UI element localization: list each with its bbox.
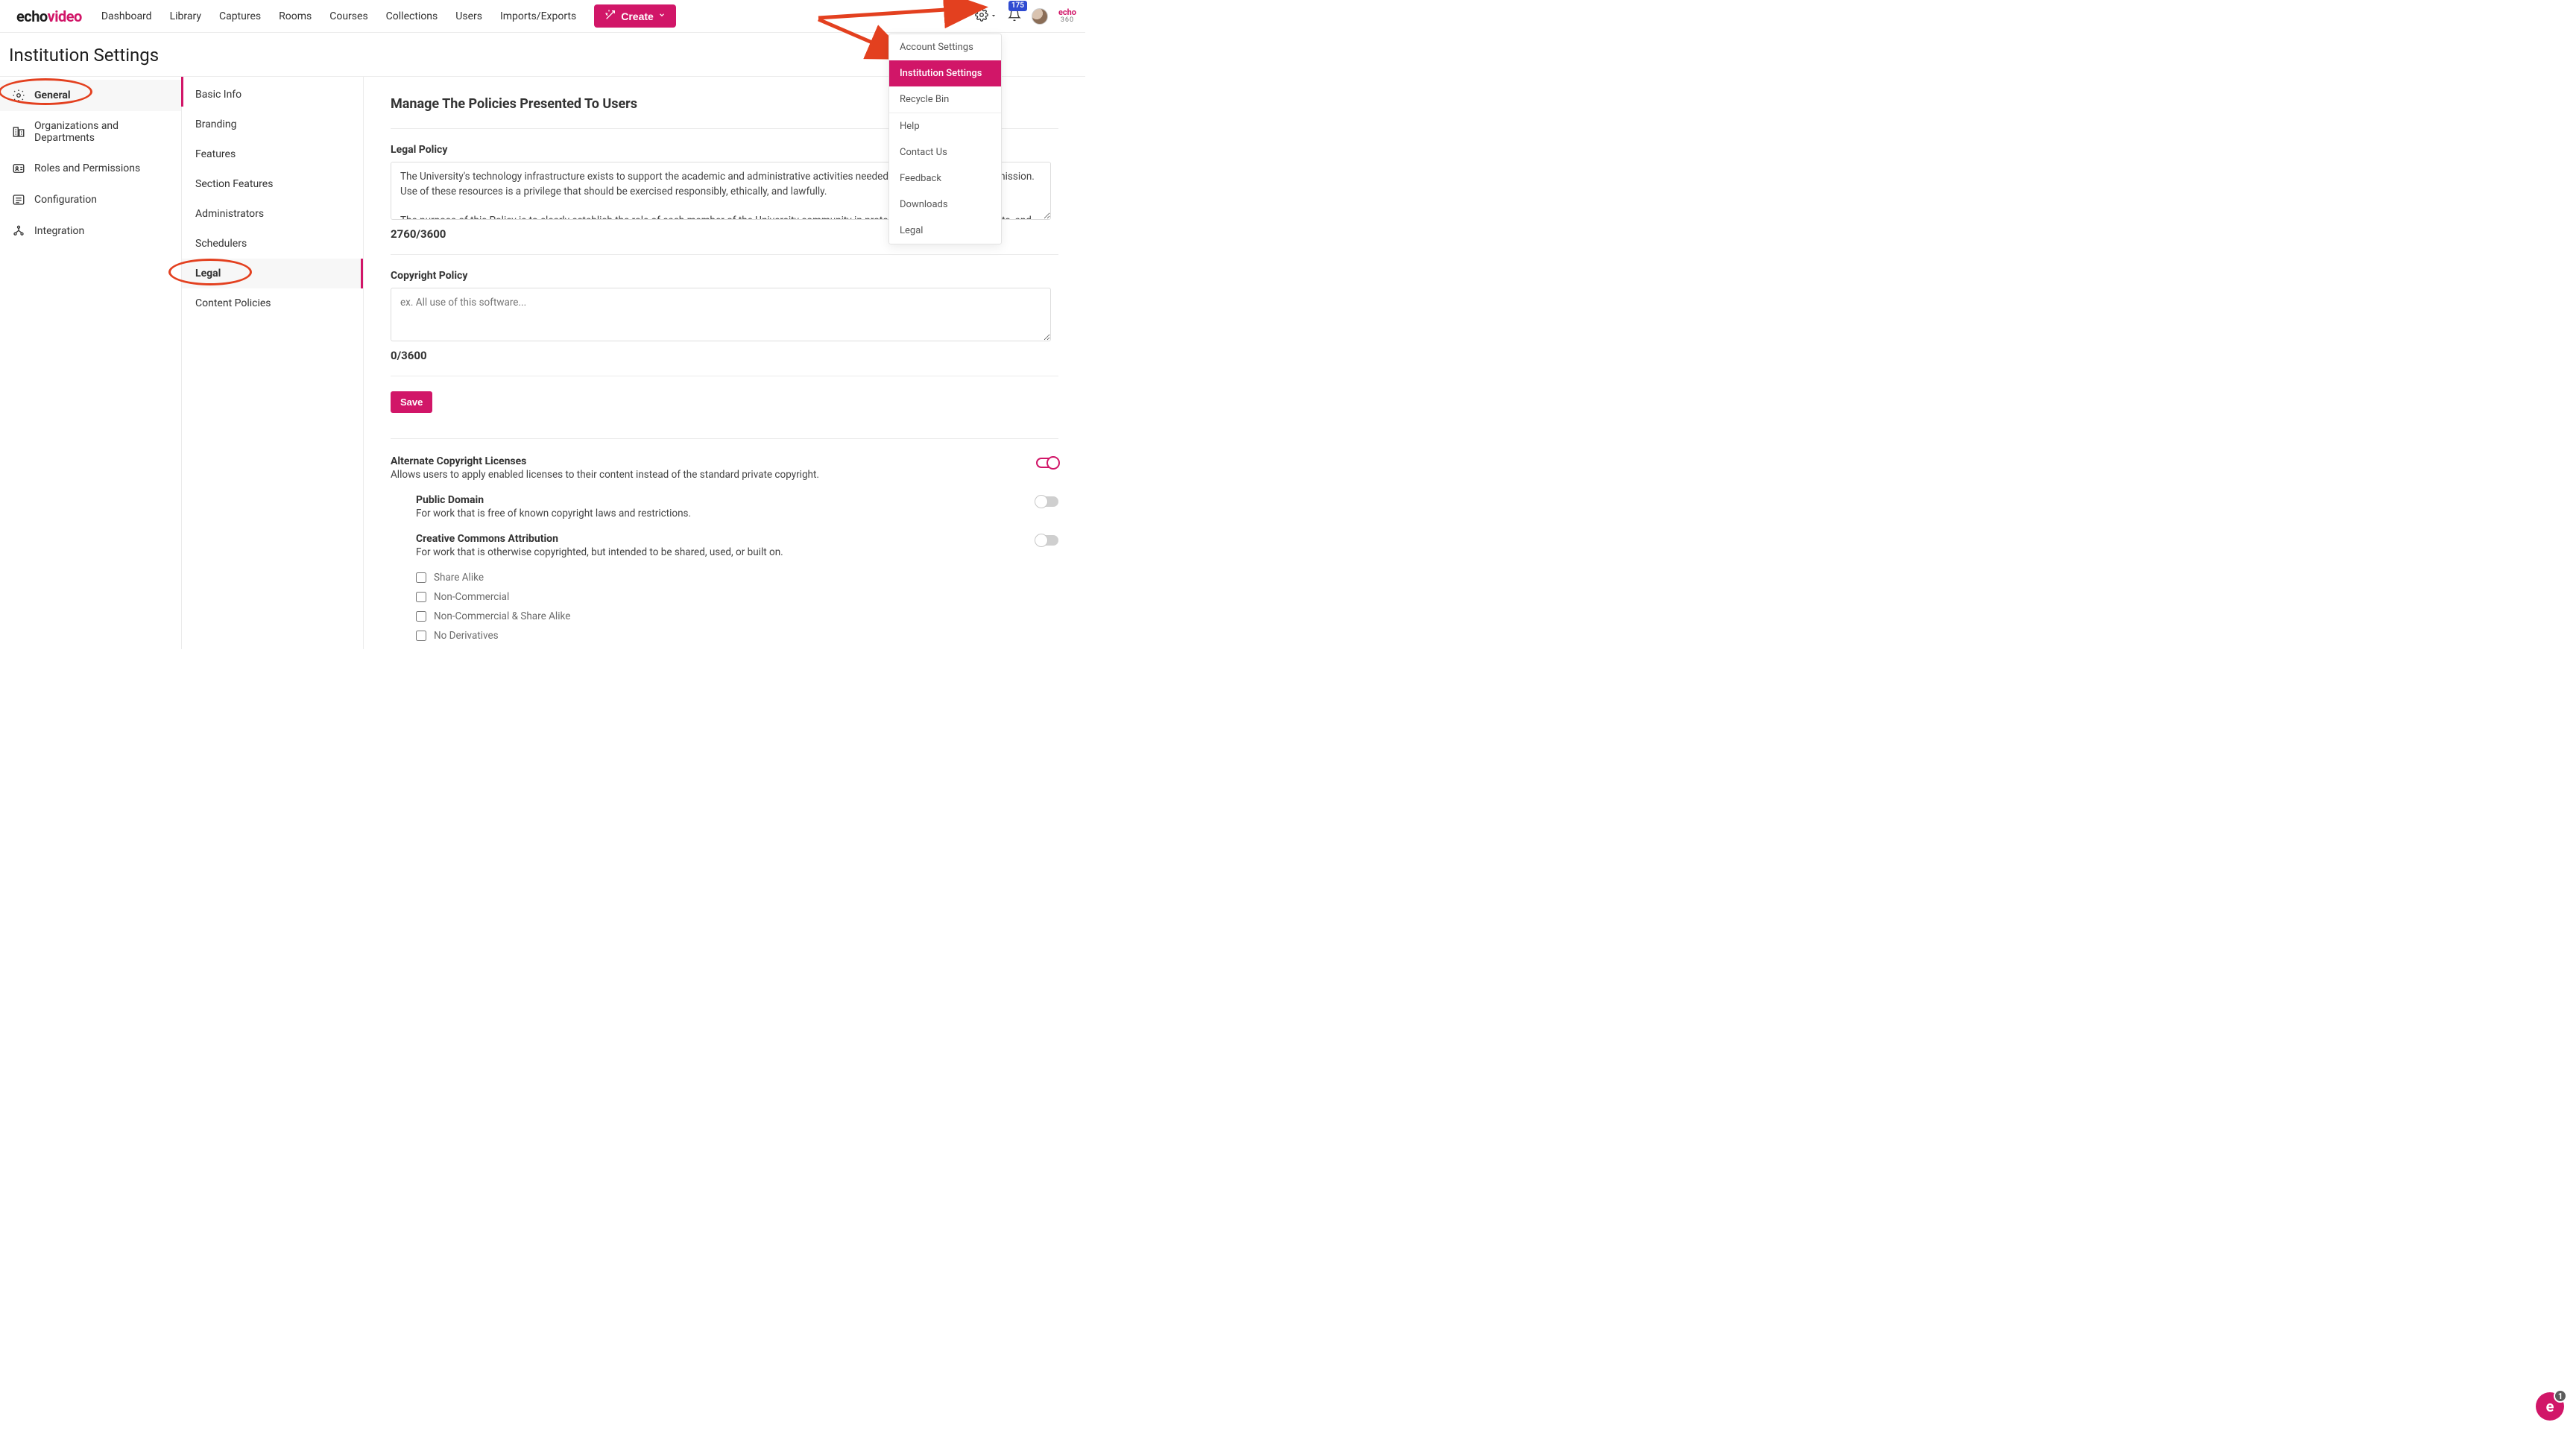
copyright-policy-textarea[interactable] (391, 288, 1051, 341)
menu-feedback[interactable]: Feedback (889, 165, 1001, 192)
top-navbar: echovideo Dashboard Library Captures Roo… (0, 0, 1085, 33)
gear-icon (12, 89, 25, 102)
sidebar-item-orgs[interactable]: Organizations and Departments (0, 111, 181, 153)
building-icon (12, 125, 25, 139)
nav-users[interactable]: Users (455, 10, 482, 22)
copyright-policy-label: Copyright Policy (391, 270, 1058, 282)
create-button[interactable]: Create (594, 4, 676, 28)
save-button[interactable]: Save (391, 391, 432, 413)
primary-top-nav: Dashboard Library Captures Rooms Courses… (101, 10, 576, 22)
subnav-schedulers[interactable]: Schedulers (182, 229, 363, 259)
subnav-content-policies[interactable]: Content Policies (182, 288, 363, 318)
menu-downloads[interactable]: Downloads (889, 192, 1001, 218)
brand-part1: echo (16, 7, 48, 25)
cc-attribution-toggle[interactable] (1036, 535, 1058, 546)
sidebar-item-general[interactable]: General (0, 80, 181, 111)
brand-logo[interactable]: echovideo (16, 7, 82, 25)
user-avatar[interactable] (1032, 8, 1048, 25)
menu-recycle-bin[interactable]: Recycle Bin (889, 86, 1001, 113)
create-label: Create (621, 10, 654, 22)
checkbox[interactable] (416, 592, 426, 602)
nav-courses[interactable]: Courses (329, 10, 367, 22)
cc-option-no-derivatives[interactable]: No Derivatives (416, 630, 1058, 642)
subnav-basic-info[interactable]: Basic Info (182, 80, 363, 110)
annotation-arrow-to-gear (818, 1, 990, 27)
topbar-right: 175 echo 360 Account Settings Institutio… (975, 8, 1076, 25)
wand-icon (604, 9, 616, 23)
chat-badge: 1 (2554, 1389, 2567, 1403)
cc-option-label: Non-Commercial (434, 591, 509, 603)
menu-legal[interactable]: Legal (889, 218, 1001, 244)
checkbox[interactable] (416, 611, 426, 622)
bell-icon (1008, 13, 1021, 25)
alt-licenses-toggle[interactable] (1036, 458, 1058, 468)
settings-secondary-sidebar: Basic Info Branding Features Section Fea… (182, 77, 364, 649)
brand-part2: video (48, 7, 82, 25)
cc-option-share-alike[interactable]: Share Alike (416, 572, 1058, 584)
cc-option-label: Non-Commercial & Share Alike (434, 610, 570, 622)
subnav-features[interactable]: Features (182, 139, 363, 169)
public-domain-desc: For work that is free of known copyright… (416, 508, 691, 519)
cc-attribution-heading: Creative Commons Attribution (416, 533, 783, 545)
subnav-legal[interactable]: Legal (182, 259, 363, 288)
sidebar-item-label: Roles and Permissions (34, 162, 140, 174)
sidebar-item-label: General (34, 89, 71, 101)
cc-option-non-commercial[interactable]: Non-Commercial (416, 591, 1058, 603)
settings-dropdown-menu: Account Settings Institution Settings Re… (888, 34, 1002, 244)
support-chat-fab[interactable]: e 1 (2536, 1392, 2564, 1421)
gear-icon (975, 8, 988, 25)
idcard-icon (12, 162, 25, 175)
cc-option-nc-sa[interactable]: Non-Commercial & Share Alike (416, 610, 1058, 622)
sidebar-item-label: Configuration (34, 194, 97, 206)
notifications-badge: 175 (1008, 1, 1027, 11)
notifications-button[interactable]: 175 (1008, 8, 1021, 25)
subnav-administrators[interactable]: Administrators (182, 199, 363, 229)
echo360-brand-link[interactable]: echo 360 (1058, 8, 1076, 25)
nav-collections[interactable]: Collections (386, 10, 438, 22)
alt-licenses-desc: Allows users to apply enabled licenses t… (391, 469, 819, 481)
checkbox[interactable] (416, 572, 426, 583)
menu-institution-settings[interactable]: Institution Settings (889, 60, 1001, 86)
nav-imports[interactable]: Imports/Exports (500, 10, 576, 22)
menu-help[interactable]: Help (889, 113, 1001, 139)
nodes-icon (12, 224, 25, 238)
nav-rooms[interactable]: Rooms (279, 10, 312, 22)
list-icon (12, 193, 25, 206)
subnav-branding[interactable]: Branding (182, 110, 363, 139)
nav-library[interactable]: Library (170, 10, 201, 22)
nav-captures[interactable]: Captures (219, 10, 261, 22)
copyright-policy-counter: 0/3600 (391, 349, 1058, 362)
sidebar-item-integration[interactable]: Integration (0, 215, 181, 247)
chevron-down-icon (658, 11, 666, 21)
subnav-section-features[interactable]: Section Features (182, 169, 363, 199)
sidebar-item-label: Organizations and Departments (34, 120, 169, 144)
divider (391, 254, 1058, 255)
chat-e-icon: e (2546, 1397, 2554, 1415)
public-domain-heading: Public Domain (416, 494, 691, 506)
alt-licenses-heading: Alternate Copyright Licenses (391, 455, 819, 467)
echo360-brand-bottom: 360 (1058, 16, 1076, 25)
public-domain-toggle[interactable] (1036, 496, 1058, 507)
settings-gear-menu-trigger[interactable] (975, 8, 997, 25)
caret-down-icon (990, 10, 997, 22)
settings-primary-sidebar: General Organizations and Departments Ro… (0, 77, 182, 649)
cc-attribution-desc: For work that is otherwise copyrighted, … (416, 546, 783, 558)
sidebar-item-roles[interactable]: Roles and Permissions (0, 153, 181, 184)
alternate-licenses-section: Alternate Copyright Licenses Allows user… (391, 438, 1058, 642)
menu-account-settings[interactable]: Account Settings (889, 34, 1001, 60)
sidebar-item-label: Integration (34, 225, 84, 237)
sidebar-item-configuration[interactable]: Configuration (0, 184, 181, 215)
nav-dashboard[interactable]: Dashboard (101, 10, 152, 22)
cc-option-label: Share Alike (434, 572, 484, 584)
cc-option-label: No Derivatives (434, 630, 499, 642)
menu-contact-us[interactable]: Contact Us (889, 139, 1001, 165)
echo360-brand-top: echo (1058, 8, 1076, 16)
checkbox[interactable] (416, 631, 426, 641)
